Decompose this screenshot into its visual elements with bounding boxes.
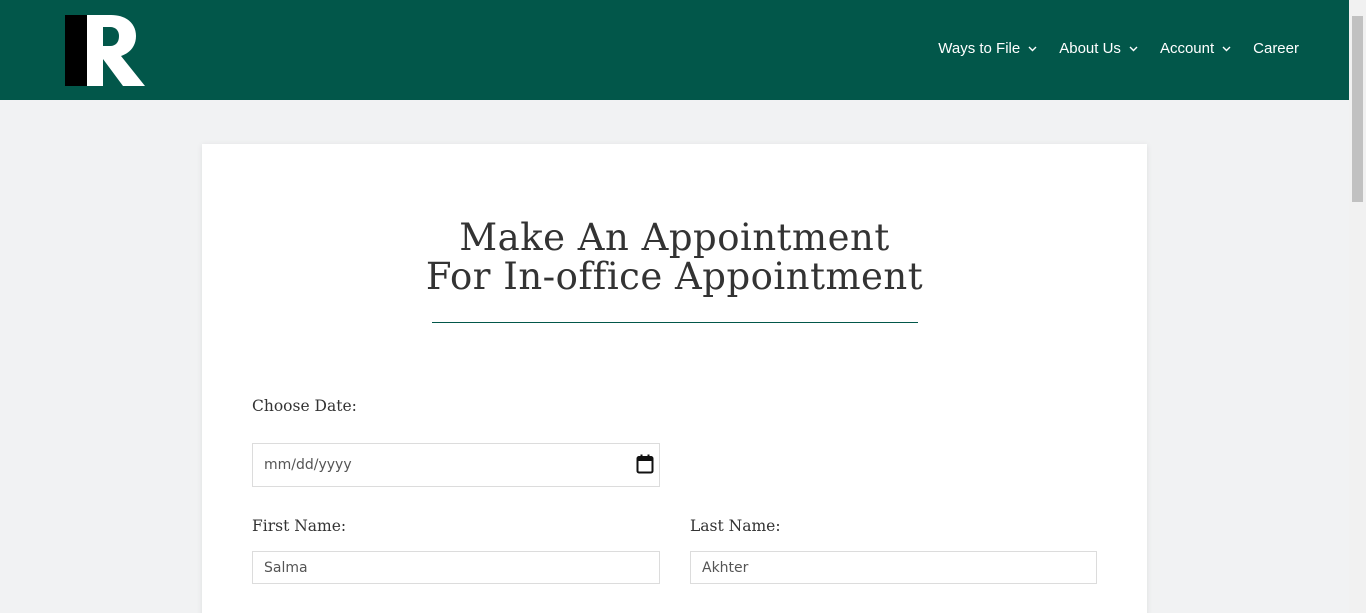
title-line-2: For In-office Appointment — [425, 255, 924, 298]
nav-label: Account — [1159, 40, 1215, 57]
title-line-1: Make An Appointment — [459, 216, 890, 259]
date-placeholder: mm/dd/yyyy — [264, 457, 352, 473]
title-divider — [432, 322, 918, 323]
nav-label: Career — [1253, 40, 1299, 57]
calendar-icon[interactable] — [636, 454, 654, 474]
nav-ways-to-file[interactable]: Ways to File — [938, 40, 1037, 57]
nav-label: About Us — [1059, 40, 1121, 57]
main-nav: Ways to File About Us Account Career — [916, 0, 1299, 97]
last-name-value: Akhter — [702, 559, 749, 576]
scrollbar-thumb[interactable] — [1352, 16, 1363, 202]
nav-career[interactable]: Career — [1253, 40, 1299, 57]
nav-label: Ways to File — [938, 40, 1021, 57]
date-input[interactable]: mm/dd/yyyy — [252, 443, 660, 487]
page-title: Make An Appointment For In-office Appoin… — [202, 218, 1147, 296]
logo-icon[interactable] — [65, 15, 145, 86]
chevron-down-icon — [1222, 46, 1231, 51]
last-name-label: Last Name: — [690, 517, 781, 535]
first-name-input[interactable]: Salma — [252, 551, 660, 584]
appointment-form-card: Make An Appointment For In-office Appoin… — [202, 144, 1147, 613]
choose-date-label: Choose Date: — [252, 397, 357, 415]
page-scrollbar[interactable] — [1349, 0, 1366, 613]
first-name-label: First Name: — [252, 517, 347, 535]
chevron-down-icon — [1028, 46, 1037, 51]
site-header: Ways to File About Us Account Career — [0, 0, 1349, 100]
nav-account[interactable]: Account — [1160, 40, 1231, 57]
first-name-value: Salma — [264, 559, 308, 576]
last-name-input[interactable]: Akhter — [690, 551, 1097, 584]
nav-about-us[interactable]: About Us — [1059, 40, 1138, 57]
chevron-down-icon — [1129, 46, 1138, 51]
